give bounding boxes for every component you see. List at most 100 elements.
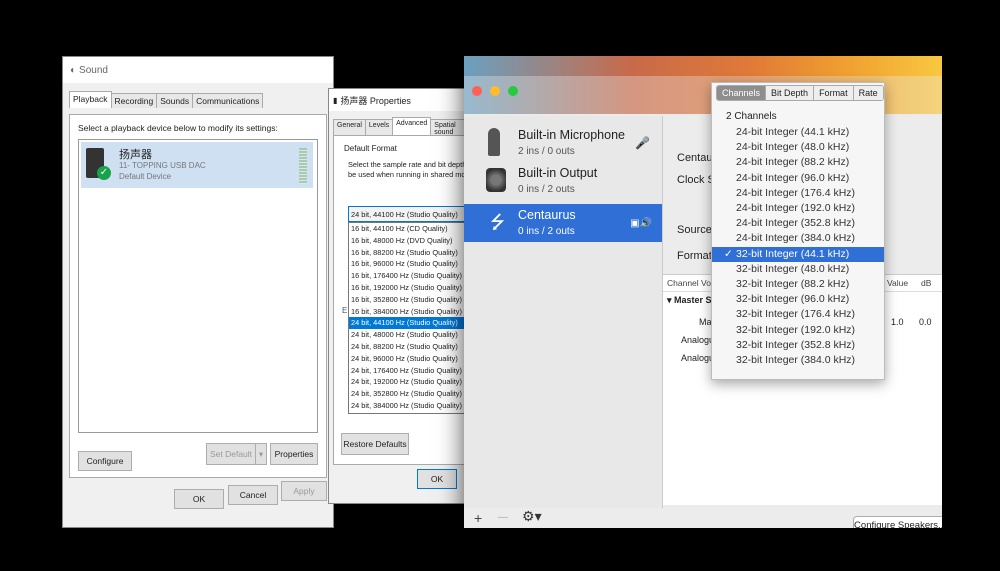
- format-menu-item-label: 32-bit Integer (88.2 kHz): [736, 278, 850, 290]
- db-header: dB: [921, 278, 932, 288]
- format-menu-item-label: 24-bit Integer (44.1 kHz): [736, 126, 850, 138]
- format-option[interactable]: 24 bit, 44100 Hz (Studio Quality): [349, 317, 469, 330]
- segment-channels[interactable]: Channels: [717, 86, 767, 100]
- properties-button[interactable]: Properties: [270, 443, 318, 465]
- format-menu-item[interactable]: 24-bit Integer (44.1 kHz): [712, 125, 884, 140]
- zoom-window-button[interactable]: [508, 86, 518, 96]
- format-segmented-control: Channels Bit Depth Format Rate: [716, 85, 884, 101]
- format-option[interactable]: 24 bit, 352800 Hz (Studio Quality): [349, 388, 469, 400]
- device-row-centaurus[interactable]: ⭍ Centaurus 0 ins / 2 outs ▣🔊: [464, 204, 662, 242]
- properties-dialog: ▮ 扬声器 Properties General Levels Advanced…: [328, 88, 470, 504]
- sound-app-icon: ◖: [69, 64, 76, 76]
- format-option[interactable]: 16 bit, 44100 Hz (CD Quality): [349, 223, 469, 235]
- tab-playback[interactable]: Playback: [69, 91, 112, 108]
- format-label: Format: [677, 250, 712, 262]
- format-select[interactable]: 24 bit, 44100 Hz (Studio Quality): [348, 206, 466, 222]
- device-status: Default Device: [119, 172, 172, 181]
- master-stream-label: Master S: [674, 295, 712, 305]
- props-speaker-icon: ▮: [333, 95, 338, 105]
- device-name: Built-in Output: [518, 166, 598, 180]
- configure-speakers-button[interactable]: Configure Speakers...: [853, 516, 942, 528]
- format-option[interactable]: 16 bit, 384000 Hz (Studio Quality): [349, 306, 469, 318]
- format-menu-item[interactable]: 24-bit Integer (352.8 kHz): [712, 216, 884, 231]
- sound-tabs: Playback Recording Sounds Communications: [63, 91, 333, 108]
- format-option[interactable]: 24 bit, 48000 Hz (Studio Quality): [349, 329, 469, 341]
- close-window-button[interactable]: [472, 86, 482, 96]
- format-menu-item[interactable]: 24-bit Integer (176.4 kHz): [712, 186, 884, 201]
- clock-source-label: Clock S: [677, 174, 715, 186]
- checkmark-icon: ✓: [724, 247, 733, 260]
- level-meter: [299, 148, 307, 184]
- format-menu-item-label: 32-bit Integer (176.4 kHz): [736, 308, 856, 321]
- format-menu-item[interactable]: 32-bit Integer (192.0 kHz): [712, 323, 884, 338]
- tab-sounds[interactable]: Sounds: [156, 93, 194, 108]
- restore-defaults-button[interactable]: Restore Defaults: [341, 433, 409, 455]
- segment-bit-depth[interactable]: Bit Depth: [766, 86, 815, 100]
- format-option[interactable]: 16 bit, 352800 Hz (Studio Quality): [349, 294, 469, 306]
- master-stream-row[interactable]: ▾ Master S: [667, 295, 712, 306]
- device-io: 2 ins / 0 outs: [518, 146, 575, 157]
- format-menu-item[interactable]: 24-bit Integer (384.0 kHz): [712, 231, 884, 246]
- gear-icon[interactable]: ⚙▾: [522, 508, 542, 525]
- format-menu-item[interactable]: 32-bit Integer (384.0 kHz): [712, 353, 884, 368]
- format-option[interactable]: 24 bit, 176400 Hz (Studio Quality): [349, 365, 469, 377]
- value-header: Value: [887, 278, 909, 288]
- set-default-button[interactable]: Set Default: [206, 443, 256, 465]
- remove-device-button[interactable]: —: [498, 512, 508, 523]
- segment-rate[interactable]: Rate: [853, 86, 883, 100]
- set-default-dropdown[interactable]: ▾: [255, 443, 267, 465]
- format-menu-item[interactable]: 32-bit Integer (88.2 kHz): [712, 277, 884, 292]
- props-titlebar: ▮ 扬声器 Properties: [329, 89, 469, 111]
- device-item-speaker[interactable]: ✓ 扬声器 11- TOPPING USB DAC Default Device: [81, 142, 313, 188]
- format-option[interactable]: 16 bit, 88200 Hz (Studio Quality): [349, 247, 469, 259]
- format-menu-item[interactable]: 32-bit Integer (96.0 kHz): [712, 292, 884, 307]
- format-menu-item[interactable]: 24-bit Integer (96.0 kHz): [712, 171, 884, 186]
- format-option[interactable]: 24 bit, 192000 Hz (Studio Quality): [349, 376, 469, 388]
- format-menu-item-label: 32-bit Integer (352.8 kHz): [736, 338, 856, 351]
- format-option[interactable]: 16 bit, 96000 Hz (Studio Quality): [349, 258, 469, 270]
- tab-recording[interactable]: Recording: [110, 93, 158, 108]
- master-db: 0.0: [919, 317, 932, 327]
- sound-title: Sound: [79, 64, 108, 76]
- format-option[interactable]: 16 bit, 48000 Hz (DVD Quality): [349, 235, 469, 247]
- format-menu-item[interactable]: 32-bit Integer (352.8 kHz): [712, 338, 884, 353]
- format-menu-item[interactable]: 32-bit Integer (48.0 kHz): [712, 262, 884, 277]
- device-name: Centaurus: [518, 208, 576, 222]
- format-menu-item-label: 24-bit Integer (384.0 kHz): [736, 232, 856, 245]
- minimize-window-button[interactable]: [490, 86, 500, 96]
- add-device-button[interactable]: +: [474, 510, 482, 526]
- format-menu-item-label: 24-bit Integer (176.4 kHz): [736, 186, 856, 199]
- device-row-builtin-microphone[interactable]: Built-in Microphone 2 ins / 0 outs 🎤: [464, 124, 662, 162]
- channels-header: 2 Channels: [726, 111, 777, 122]
- device-sidebar: Built-in Microphone 2 ins / 0 outs 🎤 Bui…: [464, 116, 663, 508]
- configure-button[interactable]: Configure: [78, 451, 132, 471]
- format-menu-item-label: 32-bit Integer (96.0 kHz): [736, 293, 850, 306]
- cancel-button[interactable]: Cancel: [228, 485, 278, 505]
- format-option[interactable]: 24 bit, 96000 Hz (Studio Quality): [349, 353, 469, 365]
- ex-label-fragment: E: [342, 306, 348, 315]
- sound-titlebar: ◖ Sound: [63, 57, 333, 83]
- props-ok-button[interactable]: OK: [417, 469, 457, 489]
- format-option[interactable]: 16 bit, 176400 Hz (Studio Quality): [349, 270, 469, 282]
- ok-button[interactable]: OK: [174, 489, 224, 509]
- format-menu-item[interactable]: ✓ 32-bit Integer (44.1 kHz): [712, 246, 884, 262]
- apply-button[interactable]: Apply: [281, 481, 327, 501]
- format-menu-item[interactable]: 32-bit Integer (176.4 kHz): [712, 307, 884, 322]
- tab-communications[interactable]: Communications: [192, 93, 264, 108]
- segment-format[interactable]: Format: [814, 86, 854, 100]
- advanced-panel: Default Format Select the sample rate an…: [333, 135, 469, 465]
- format-select-value: 24 bit, 44100 Hz (Studio Quality): [351, 210, 458, 219]
- default-format-label: Default Format: [344, 144, 397, 153]
- format-menu-item[interactable]: 24-bit Integer (48.0 kHz): [712, 140, 884, 155]
- format-option[interactable]: 24 bit, 88200 Hz (Studio Quality): [349, 341, 469, 353]
- source-label: Source: [677, 224, 712, 236]
- speaker-icon: [486, 168, 506, 192]
- microphone-icon: [488, 128, 500, 156]
- format-option[interactable]: 16 bit, 192000 Hz (Studio Quality): [349, 282, 469, 294]
- format-menu-item[interactable]: 24-bit Integer (192.0 kHz): [712, 201, 884, 216]
- master-value: 1.0: [891, 317, 904, 327]
- format-option[interactable]: 24 bit, 384000 Hz (Studio Quality): [349, 400, 469, 412]
- format-menu-item[interactable]: 24-bit Integer (88.2 kHz): [712, 155, 884, 170]
- device-row-builtin-output[interactable]: Built-in Output 0 ins / 2 outs: [464, 162, 662, 200]
- format-menu-item-label: 32-bit Integer (384.0 kHz): [736, 354, 856, 366]
